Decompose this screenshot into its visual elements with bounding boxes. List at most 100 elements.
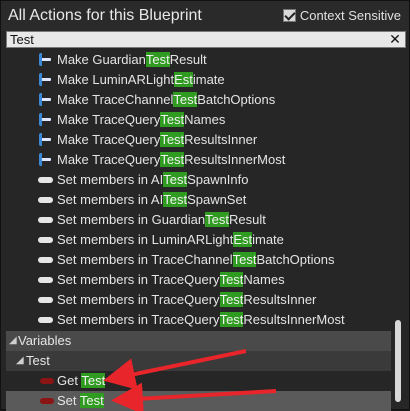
action-item-label: Make TraceChannelTestBatchOptions [57,90,275,110]
label-suffix: SpawnSet [187,192,247,207]
scrollbar-thumb[interactable] [395,320,401,402]
label-suffix: ResultsInner [243,292,317,307]
panel-title: All Actions for this Blueprint [8,7,202,24]
label-prefix: Make TraceQuery [57,112,161,127]
search-match-highlight: Test [205,212,229,227]
search-match-highlight: Est [233,232,253,247]
action-item[interactable]: Set members in TraceChannelTestBatchOpti… [6,250,391,270]
function-icon [38,110,54,130]
label-suffix: imate [252,232,284,247]
search-match-highlight: Test [173,92,198,107]
set-members-icon [38,190,54,210]
search-match-highlight: Test [163,172,188,187]
collapse-triangle-icon[interactable]: ◢ [16,351,24,371]
action-item[interactable]: Make TraceQueryTestResultsInner [6,130,391,150]
subcategory-test[interactable]: ◢ Test [6,351,391,371]
function-icon [38,150,54,170]
action-item[interactable]: Set members in AITestSpawnSet [6,190,391,210]
label-suffix: ResultsInner [184,132,258,147]
function-icon [38,130,54,150]
label-suffix: BatchOptions [197,92,276,107]
action-item-label: Make TraceQueryTestResultsInnerMost [57,150,285,170]
search-match-highlight: Test [160,152,185,167]
subcategory-label: Test [26,353,50,368]
action-item-label: Make TraceQueryTestNames [57,110,225,130]
function-icon [38,70,54,90]
action-item-label: Set members in AITestSpawnSet [57,190,246,210]
search-input[interactable] [10,32,380,47]
set-members-icon [38,170,54,190]
label-prefix: Set members in TraceChannel [57,252,233,267]
action-item[interactable]: Set members in TraceQueryTestResultsInne… [6,290,391,310]
search-match-highlight: Test [81,373,106,388]
action-item-label: Set members in LuminARLightEstimate [57,230,284,250]
label-suffix: Result [169,52,207,67]
variable-icon [38,371,54,391]
variable-item[interactable]: Set Test [6,391,391,411]
category-variables[interactable]: ◢ Variables [6,331,391,351]
label-prefix: Set members in TraceQuery [57,292,220,307]
function-icon [38,90,54,110]
search-match-highlight: Test [145,52,170,67]
label-suffix: Names [243,272,285,287]
label-prefix: Set members in AI [57,172,164,187]
action-item[interactable]: Make TraceQueryTestNames [6,110,391,130]
search-match-highlight: Test [219,292,244,307]
search-match-highlight: Test [160,112,185,127]
blueprint-actions-panel: All Actions for this Blueprint Context S… [0,0,410,411]
label-prefix: Make TraceQuery [57,132,161,147]
label-prefix: Set members in Guardian [57,212,206,227]
context-sensitive-label: Context Sensitive [299,8,401,23]
set-members-icon [38,290,54,310]
action-item-label: Make TraceQueryTestResultsInner [57,130,257,150]
search-match-highlight: Test [219,272,244,287]
label-prefix: Make TraceQuery [57,152,161,167]
collapse-triangle-icon[interactable]: ◢ [9,331,17,351]
action-item-label: Set members in AITestSpawnInfo [57,170,249,190]
action-item[interactable]: Make LuminARLightEstimate [6,70,391,90]
action-item-label: Set members in TraceChannelTestBatchOpti… [57,250,334,270]
action-item-label: Set members in TraceQueryTestNames [57,270,285,290]
search-box[interactable]: ✕ [6,31,406,48]
context-sensitive-checkbox[interactable] [282,9,296,22]
search-match-highlight: Test [219,312,244,327]
scrollbar[interactable] [393,50,403,410]
action-item[interactable]: Make TraceQueryTestResultsInnerMost [6,150,391,170]
label-suffix: imate [192,72,225,87]
label-prefix: Set members in TraceQuery [57,272,220,287]
search-match-highlight: Est [174,72,193,87]
action-item[interactable]: Set members in TraceQueryTestNames [6,270,391,290]
action-item[interactable]: Set members in AITestSpawnInfo [6,170,391,190]
action-item[interactable]: Set members in LuminARLightEstimate [6,230,391,250]
action-item-label: Set members in GuardianTestResult [57,210,266,230]
label-prefix: Set [57,393,80,408]
search-match-highlight: Test [160,132,185,147]
action-item[interactable]: Make GuardianTestResult [6,50,391,70]
action-item-label: Get Test [57,371,106,391]
function-icon [38,50,54,70]
action-item-label: Set members in TraceQueryTestResultsInne… [57,310,345,330]
action-item-label: Set members in TraceQueryTestResultsInne… [57,290,316,310]
label-prefix: Set members in LuminARLight [57,232,234,247]
action-item[interactable]: Set members in TraceQueryTestResultsInne… [6,310,391,330]
label-prefix: Make LuminARLight [57,72,175,87]
search-match-highlight: Test [163,192,188,207]
panel-header: All Actions for this Blueprint Context S… [1,1,409,31]
action-item[interactable]: Set members in GuardianTestResult [6,210,391,230]
close-icon[interactable]: ✕ [388,32,402,47]
label-suffix: ResultsInnerMost [243,312,345,327]
search-match-highlight: Test [232,252,257,267]
label-prefix: Set members in AI [57,192,164,207]
action-list: Make GuardianTestResult Make LuminARLight… [6,50,391,411]
action-item-label: Set Test [57,391,104,411]
set-members-icon [38,270,54,290]
action-item-label: Make GuardianTestResult [57,50,207,70]
label-prefix: Set members in TraceQuery [57,312,220,327]
label-prefix: Make Guardian [57,52,146,67]
set-members-icon [38,230,54,250]
label-suffix: Result [228,212,266,227]
context-sensitive-toggle[interactable]: Context Sensitive [282,8,401,23]
action-item[interactable]: Make TraceChannelTestBatchOptions [6,90,391,110]
variable-item[interactable]: Get Test [6,371,391,391]
set-members-icon [38,210,54,230]
